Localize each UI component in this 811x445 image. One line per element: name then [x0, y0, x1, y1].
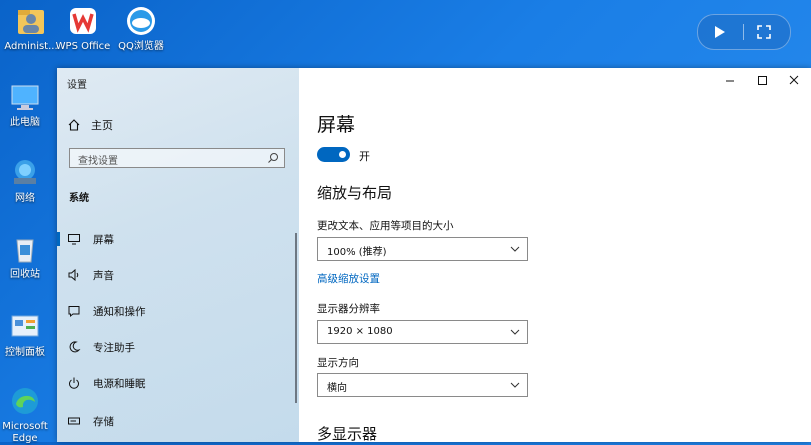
resolution-label: 显示器分辨率 — [317, 303, 380, 315]
desktop-icon-label: 网络 — [15, 193, 35, 204]
storage-icon — [68, 417, 80, 425]
remote-control-bar — [697, 14, 791, 50]
fullscreen-icon[interactable] — [754, 22, 774, 42]
close-icon[interactable] — [783, 72, 805, 90]
nav-item-sound[interactable]: 声音 — [57, 260, 297, 290]
maximize-icon[interactable] — [751, 72, 773, 90]
night-light-state: 开 — [359, 150, 370, 163]
desktop-icon-label: 控制面板 — [5, 347, 45, 358]
multiple-displays-heading: 多显示器 — [317, 425, 378, 442]
app-title: 设置 — [67, 80, 87, 91]
desktop-icon-qq-browser[interactable]: QQ浏览器 — [110, 4, 172, 53]
nav-item-power-sleep[interactable]: 电源和睡眠 — [57, 368, 297, 398]
nav-home[interactable]: 主页 — [67, 116, 113, 134]
nav-item-storage[interactable]: 存储 — [57, 406, 297, 436]
nav-item-label: 存储 — [93, 415, 114, 428]
resolution-dropdown[interactable]: 1920 × 1080 — [317, 320, 528, 344]
nav-item-label: 通知和操作 — [93, 305, 146, 318]
desktop-icon-label: 此电脑 — [10, 117, 40, 128]
recycle-bin-icon — [16, 239, 34, 263]
wps-office-icon — [70, 8, 96, 34]
nav-item-label: 专注助手 — [93, 341, 135, 354]
moon-icon — [69, 341, 81, 353]
nav-section-title: 系统 — [69, 193, 89, 204]
desktop-icon-wps[interactable]: WPS Office — [52, 4, 114, 53]
desktop-icon-recycle-bin[interactable]: 回收站 — [0, 232, 56, 281]
desktop-icon-label: WPS Office — [55, 41, 111, 52]
edge-icon — [12, 388, 38, 414]
nav-item-label: 屏幕 — [93, 233, 114, 246]
resolution-value: 1920 × 1080 — [327, 326, 393, 337]
scale-value: 100% (推荐) — [327, 247, 387, 258]
nav-item-notifications[interactable]: 通知和操作 — [57, 296, 297, 326]
divider — [743, 24, 744, 40]
desktop-icon-edge[interactable]: Microsoft Edge — [0, 384, 56, 445]
advanced-scaling-link[interactable]: 高级缩放设置 — [317, 271, 380, 286]
settings-content: 屏幕 开 缩放与布局 更改文本、应用等项目的大小 100% (推荐) 高级缩放设… — [299, 68, 811, 442]
speaker-icon — [68, 268, 79, 282]
desktop-icon-label: Microsoft Edge — [2, 421, 48, 444]
search-icon[interactable] — [267, 152, 279, 164]
nav-item-label: 声音 — [93, 269, 114, 282]
search-input[interactable]: 查找设置 — [69, 148, 285, 168]
page-title: 屏幕 — [317, 114, 356, 136]
nav-item-label: 电源和睡眠 — [93, 377, 146, 390]
orientation-value: 横向 — [327, 383, 347, 394]
search-placeholder: 查找设置 — [78, 156, 118, 167]
nav-item-focus-assist[interactable]: 专注助手 — [57, 332, 297, 362]
scale-layout-heading: 缩放与布局 — [317, 184, 393, 202]
qq-browser-icon — [127, 7, 155, 35]
night-light-toggle[interactable] — [317, 147, 350, 162]
desktop-icon-network[interactable]: 网络 — [0, 156, 56, 205]
user-folder-icon — [18, 10, 44, 34]
nav-scrollbar[interactable] — [295, 233, 297, 403]
pointer-flag-icon[interactable] — [710, 22, 730, 42]
chevron-down-icon — [510, 329, 520, 335]
power-icon — [69, 377, 79, 389]
settings-window: 设置 主页 查找设置 系统 屏幕 声音 通知和操作 专注助手 电源和睡眠 存储 … — [57, 68, 811, 442]
desktop-icon-label: QQ浏览器 — [118, 41, 164, 52]
chevron-down-icon — [510, 382, 520, 388]
monitor-icon — [68, 234, 80, 245]
scale-label: 更改文本、应用等项目的大小 — [317, 220, 454, 232]
desktop-icon-label: Administ... — [4, 41, 58, 52]
nav-item-display[interactable]: 屏幕 — [57, 224, 297, 254]
control-panel-icon — [11, 315, 39, 337]
scale-dropdown[interactable]: 100% (推荐) — [317, 237, 528, 261]
orientation-label: 显示方向 — [317, 357, 359, 369]
notification-icon — [68, 306, 80, 318]
nav-home-label: 主页 — [91, 119, 113, 132]
minimize-icon[interactable] — [719, 72, 741, 90]
desktop-icon-label: 回收站 — [10, 269, 40, 280]
settings-nav-pane: 设置 主页 查找设置 系统 屏幕 声音 通知和操作 专注助手 电源和睡眠 存储 — [57, 68, 299, 442]
computer-icon — [11, 85, 39, 110]
desktop-icon-control-panel[interactable]: 控制面板 — [0, 310, 56, 359]
desktop-icon-this-pc[interactable]: 此电脑 — [0, 80, 56, 129]
home-icon — [68, 119, 80, 131]
chevron-down-icon — [510, 246, 520, 252]
orientation-dropdown[interactable]: 横向 — [317, 373, 528, 397]
network-icon — [14, 160, 36, 184]
